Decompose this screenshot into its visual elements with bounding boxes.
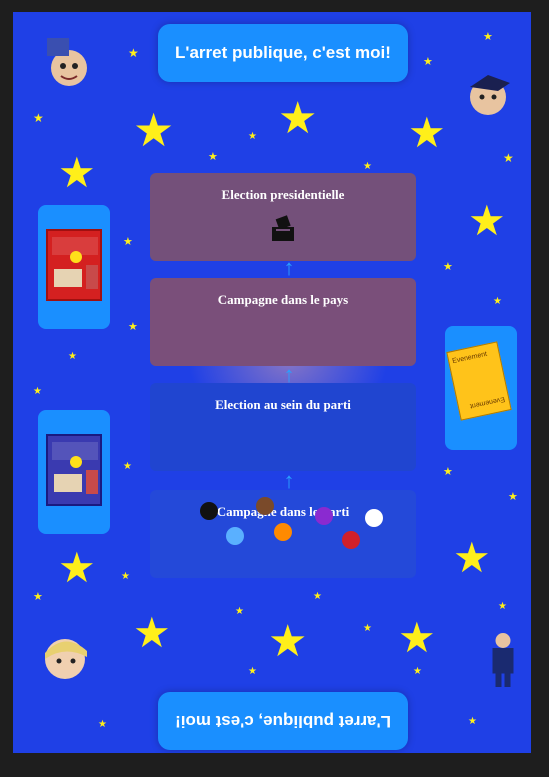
step-label: Campagne dans le pays [217,292,349,307]
pawn-token-icon[interactable] [274,523,292,541]
step-campagne-pays: Campagne dans le pays [150,278,416,366]
star-icon: ★ [235,606,244,617]
star-icon: ★ [453,534,491,581]
step-election-parti: Election au sein du parti [150,383,416,471]
ballot-box-icon [272,215,294,241]
pawn-token-icon[interactable] [226,527,244,545]
game-board: L'arret publique, c'est moi! L'arret pub… [13,12,531,753]
star-icon: ★ [313,591,322,602]
step-label: Election presidentielle [221,187,345,202]
arrow-up-icon: ↑ [283,468,295,493]
arrow-up-icon: ↑ [283,362,295,387]
event-card-icon[interactable]: Evenement Evenement [446,341,512,421]
step-label: Election au sein du parti [215,397,351,412]
star-icon: ★ [398,614,436,661]
star-icon: ★ [128,321,138,333]
arrow-up-icon: ↑ [283,255,295,280]
event-card-label-flipped: Evenement [468,395,505,410]
star-icon: ★ [443,466,453,478]
star-icon: ★ [121,571,130,582]
star-icon: ★ [128,46,139,60]
star-icon: ★ [248,666,257,677]
caricature-icon [45,639,87,679]
star-icon: ★ [443,261,453,273]
pawn-token-icon[interactable] [315,507,333,525]
star-icon: ★ [503,151,514,165]
star-icon: ★ [58,149,96,196]
event-card-slot[interactable]: Evenement Evenement [445,326,517,450]
caricature-icon [47,38,87,86]
star-icon: ★ [208,151,218,163]
star-icon: ★ [133,104,175,156]
star-icon: ★ [363,623,372,634]
star-icon: ★ [493,296,502,307]
pawn-token-icon[interactable] [342,531,360,549]
star-icon: ★ [58,544,96,591]
star-icon: ★ [363,161,372,172]
slot-machine-card[interactable] [38,205,110,329]
star-icon: ★ [33,591,43,603]
star-icon: ★ [33,111,44,125]
star-icon: ★ [508,491,518,503]
star-icon: ★ [408,109,446,156]
event-card-label: Evenement [451,350,488,366]
caricature-icon [492,633,514,687]
star-icon: ★ [248,131,257,142]
star-icon: ★ [133,609,171,656]
star-icon: ★ [33,386,42,397]
title-bottom: L'arret publique, c'est moi! [158,692,408,750]
star-icon: ★ [123,236,133,248]
star-icon: ★ [98,719,107,730]
slot-machine-icon [46,229,102,301]
step-election-presidentielle: Election presidentielle [150,173,416,261]
pawn-token-icon[interactable] [365,509,383,527]
star-icon: ★ [468,197,506,244]
slot-machine-icon [46,434,102,506]
star-icon: ★ [268,617,308,666]
star-icon: ★ [123,461,132,472]
caricature-icon [470,75,510,115]
star-icon: ★ [423,56,433,68]
star-icon: ★ [68,351,77,362]
title-top: L'arret publique, c'est moi! [158,24,408,82]
slot-machine-card[interactable] [38,410,110,534]
star-icon: ★ [468,716,477,727]
pawn-token-icon[interactable] [256,497,274,515]
pawn-token-icon[interactable] [200,502,218,520]
star-icon: ★ [413,666,422,677]
star-icon: ★ [498,601,507,612]
star-icon: ★ [278,94,318,143]
star-icon: ★ [483,31,493,43]
